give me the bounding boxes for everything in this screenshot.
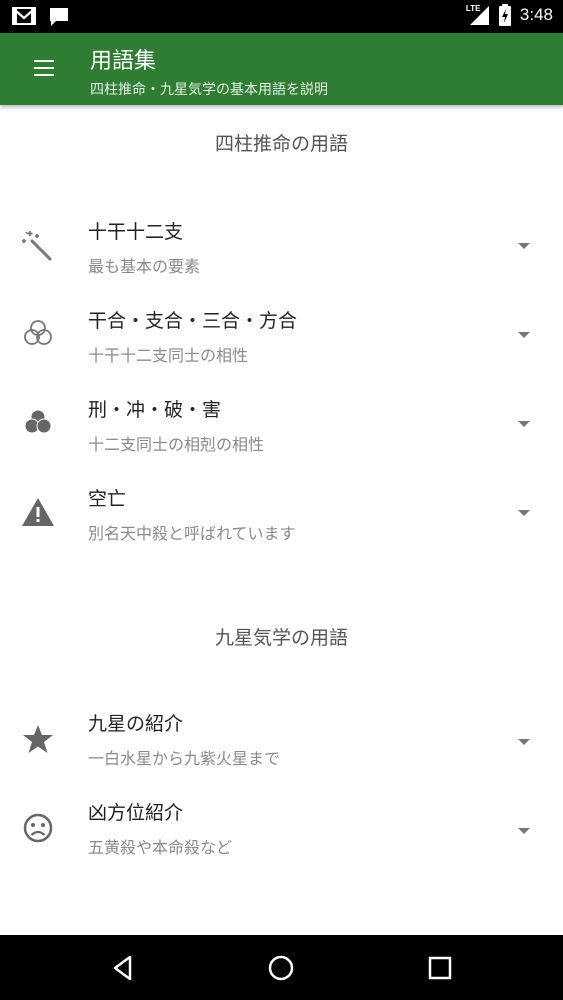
item-title: 空亡 — [88, 488, 127, 510]
chevron-down-icon[interactable] — [518, 739, 530, 745]
back-icon[interactable] — [108, 953, 138, 983]
clock: 3:48 — [519, 5, 553, 24]
chevron-down-icon[interactable] — [518, 332, 530, 338]
item-title: 九星の紹介 — [88, 713, 184, 735]
app-bar: 用語集 四柱推命・九星気学の基本用語を説明 — [0, 33, 563, 105]
three-circles-filled-icon — [24, 409, 52, 434]
item-subtitle: 十干十二支同士の相性 — [88, 346, 249, 365]
chevron-down-icon[interactable] — [518, 510, 530, 516]
section-header-kyusei: 九星気学の用語 — [214, 627, 348, 649]
item-subtitle: 別名天中殺と呼ばれています — [88, 524, 296, 543]
recents-icon[interactable] — [425, 953, 455, 983]
chevron-down-icon[interactable] — [518, 243, 530, 249]
list-item-jikkan-junishi[interactable]: 十干十二支 最も基本の要素 — [0, 217, 563, 305]
list-item-kyusei-intro[interactable]: 九星の紹介 一白水星から九紫火星まで — [0, 709, 563, 797]
chevron-down-icon[interactable] — [518, 421, 530, 427]
three-circles-outline-icon — [24, 320, 52, 345]
battery-charging-icon — [498, 4, 511, 26]
section-header-shichu: 四柱推命の用語 — [214, 133, 348, 155]
item-title: 干合・支合・三合・方合 — [88, 310, 298, 332]
system-status-icons: LTE 3:48 — [466, 4, 553, 26]
item-title: 十干十二支 — [88, 221, 184, 243]
message-icon — [50, 8, 68, 26]
status-bar: LTE 3:48 — [0, 0, 563, 33]
star-icon — [23, 725, 53, 753]
item-title: 刑・冲・破・害 — [88, 399, 222, 421]
home-icon[interactable] — [266, 953, 296, 983]
warning-icon — [22, 498, 54, 526]
list-item-kyohoi[interactable]: 凶方位紹介 五黄殺や本命殺など — [0, 798, 563, 886]
system-nav-bar — [0, 935, 563, 1000]
item-subtitle: 一白水星から九紫火星まで — [88, 749, 281, 768]
list-item-kango-shigo[interactable]: 干合・支合・三合・方合 十干十二支同士の相性 — [0, 306, 563, 394]
gmail-icon — [12, 7, 36, 25]
page-subtitle: 四柱推命・九星気学の基本用語を説明 — [90, 82, 328, 98]
item-title: 凶方位紹介 — [88, 802, 184, 824]
signal-icon: LTE — [466, 4, 490, 26]
item-subtitle: 最も基本の要素 — [88, 257, 201, 276]
notification-icons — [12, 6, 70, 28]
item-subtitle: 十二支同士の相剋の相性 — [88, 435, 265, 454]
hamburger-menu-icon[interactable] — [34, 60, 54, 76]
page-title: 用語集 — [90, 49, 157, 74]
glossary-list: 四柱推命の用語 十干十二支 最も基本の要素 干合・支合・三合・方合 十干十二支同… — [0, 105, 563, 935]
list-item-kei-chu[interactable]: 刑・冲・破・害 十二支同士の相剋の相性 — [0, 395, 563, 483]
sad-face-icon — [23, 813, 53, 843]
list-item-kubo[interactable]: 空亡 別名天中殺と呼ばれています — [0, 484, 563, 572]
magic-wand-icon — [22, 231, 52, 261]
chevron-down-icon[interactable] — [518, 828, 530, 834]
item-subtitle: 五黄殺や本命殺など — [88, 838, 233, 857]
